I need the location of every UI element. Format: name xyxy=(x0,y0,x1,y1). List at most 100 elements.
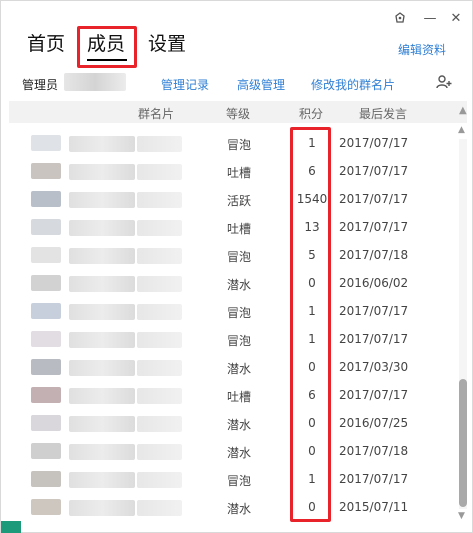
tab-members[interactable]: 成员 xyxy=(87,32,125,56)
avatar[interactable] xyxy=(31,415,61,431)
table-row[interactable]: 活跃 1540 2017/07/17 xyxy=(9,185,457,213)
avatar[interactable] xyxy=(31,191,61,207)
member-name-blurred xyxy=(69,164,135,180)
member-last-speak: 2017/07/18 xyxy=(339,248,409,262)
column-header-points[interactable]: 积分 xyxy=(299,105,323,122)
member-last-speak: 2017/07/17 xyxy=(339,136,409,150)
member-last-speak: 2017/07/17 xyxy=(339,192,409,206)
member-level: 冒泡 xyxy=(227,474,252,488)
member-points: 6 xyxy=(308,164,316,178)
member-name-blurred xyxy=(69,276,135,292)
member-points: 0 xyxy=(308,276,316,290)
avatar[interactable] xyxy=(31,303,61,319)
scroll-up-icon[interactable]: ▲ xyxy=(458,125,465,135)
member-level: 活跃 xyxy=(227,194,252,208)
member-level: 潜水 xyxy=(227,446,252,460)
advanced-manage-link[interactable]: 高级管理 xyxy=(237,76,285,93)
member-name-blurred xyxy=(69,248,135,264)
member-points: 0 xyxy=(308,500,316,514)
table-row[interactable]: 冒泡 1 2017/07/17 xyxy=(9,129,457,157)
tab-settings[interactable]: 设置 xyxy=(148,32,186,56)
group-card-blurred xyxy=(137,416,182,432)
member-last-speak: 2017/07/17 xyxy=(339,304,409,318)
table-row[interactable]: 潜水 0 2016/06/02 xyxy=(9,269,457,297)
table-row[interactable]: 冒泡 1 2017/07/17 xyxy=(9,465,457,493)
tab-home[interactable]: 首页 xyxy=(27,32,65,56)
avatar[interactable] xyxy=(31,331,61,347)
avatar[interactable] xyxy=(31,163,61,179)
column-header-card[interactable]: 群名片 xyxy=(138,105,174,122)
member-points: 1 xyxy=(308,304,316,318)
scrollbar-thumb[interactable] xyxy=(459,379,467,507)
member-level: 潜水 xyxy=(227,418,252,432)
member-last-speak: 2017/07/17 xyxy=(339,164,409,178)
close-button[interactable]: ✕ xyxy=(447,9,465,27)
admin-label: 管理员 xyxy=(22,78,59,92)
group-card-blurred xyxy=(137,500,182,516)
group-window: — ✕ 首页 成员 设置 编辑资料 管理员 管理记录 高级管理 修改我的群名片 … xyxy=(0,0,473,533)
edit-my-card-link[interactable]: 修改我的群名片 xyxy=(311,76,395,93)
member-last-speak: 2017/07/17 xyxy=(339,388,409,402)
avatar[interactable] xyxy=(31,387,61,403)
table-row[interactable]: 潜水 0 2016/07/25 xyxy=(9,409,457,437)
edit-profile-link[interactable]: 编辑资料 xyxy=(398,41,446,58)
member-last-speak: 2016/07/25 xyxy=(339,416,409,430)
member-name-blurred xyxy=(69,472,135,488)
member-points: 0 xyxy=(308,416,316,430)
member-name-blurred xyxy=(69,192,135,208)
avatar[interactable] xyxy=(31,443,61,459)
add-person-icon[interactable] xyxy=(436,74,452,90)
group-card-blurred xyxy=(137,444,182,460)
avatar[interactable] xyxy=(31,219,61,235)
table-row[interactable]: 吐槽 6 2017/07/17 xyxy=(9,381,457,409)
avatar[interactable] xyxy=(31,247,61,263)
table-row[interactable]: 潜水 0 2015/07/11 xyxy=(9,493,457,521)
member-level: 潜水 xyxy=(227,502,252,516)
member-points: 1 xyxy=(308,332,316,346)
scroll-down-icon[interactable]: ▼ xyxy=(458,511,465,521)
member-last-speak: 2017/07/17 xyxy=(339,220,409,234)
member-level: 冒泡 xyxy=(227,334,252,348)
table-row[interactable]: 冒泡 5 2017/07/18 xyxy=(9,241,457,269)
member-name-blurred xyxy=(69,416,135,432)
group-card-blurred xyxy=(137,276,182,292)
avatar[interactable] xyxy=(31,359,61,375)
sort-up-icon[interactable]: ▲ xyxy=(459,105,467,116)
avatar[interactable] xyxy=(31,135,61,151)
column-header-level[interactable]: 等级 xyxy=(226,105,250,122)
group-card-blurred xyxy=(137,220,182,236)
group-card-blurred xyxy=(137,360,182,376)
table-row[interactable]: 吐槽 13 2017/07/17 xyxy=(9,213,457,241)
group-card-blurred xyxy=(137,332,182,348)
table-row[interactable]: 潜水 0 2017/07/18 xyxy=(9,437,457,465)
table-row[interactable]: 吐槽 6 2017/07/17 xyxy=(9,157,457,185)
minimize-button[interactable]: — xyxy=(421,9,439,27)
avatar[interactable] xyxy=(31,471,61,487)
member-points: 1 xyxy=(308,136,316,150)
column-header-last-speak[interactable]: 最后发言 xyxy=(359,105,407,122)
member-name-blurred xyxy=(69,388,135,404)
admin-name-blurred xyxy=(64,73,126,91)
member-points: 13 xyxy=(304,220,320,234)
group-card-blurred xyxy=(137,192,182,208)
group-card-blurred xyxy=(137,472,182,488)
avatar[interactable] xyxy=(31,275,61,291)
table-row[interactable]: 冒泡 1 2017/07/17 xyxy=(9,325,457,353)
admin-log-link[interactable]: 管理记录 xyxy=(161,76,209,93)
member-list: 冒泡 1 2017/07/17 吐槽 6 2017/07/17 活跃 1540 2017/07/… xyxy=(9,129,457,527)
member-points: 5 xyxy=(308,248,316,262)
member-level: 冒泡 xyxy=(227,306,252,320)
member-level: 潜水 xyxy=(227,278,252,292)
member-last-speak: 2017/07/17 xyxy=(339,332,409,346)
member-points: 0 xyxy=(308,360,316,374)
table-row[interactable]: 潜水 0 2017/03/30 xyxy=(9,353,457,381)
avatar[interactable] xyxy=(31,499,61,515)
member-last-speak: 2017/07/18 xyxy=(339,444,409,458)
group-card-blurred xyxy=(137,136,182,152)
member-level: 吐槽 xyxy=(227,222,252,236)
group-card-blurred xyxy=(137,248,182,264)
member-level: 吐槽 xyxy=(227,390,252,404)
table-row[interactable]: 冒泡 1 2017/07/17 xyxy=(9,297,457,325)
member-level: 潜水 xyxy=(227,362,252,376)
skin-icon[interactable] xyxy=(391,9,409,27)
